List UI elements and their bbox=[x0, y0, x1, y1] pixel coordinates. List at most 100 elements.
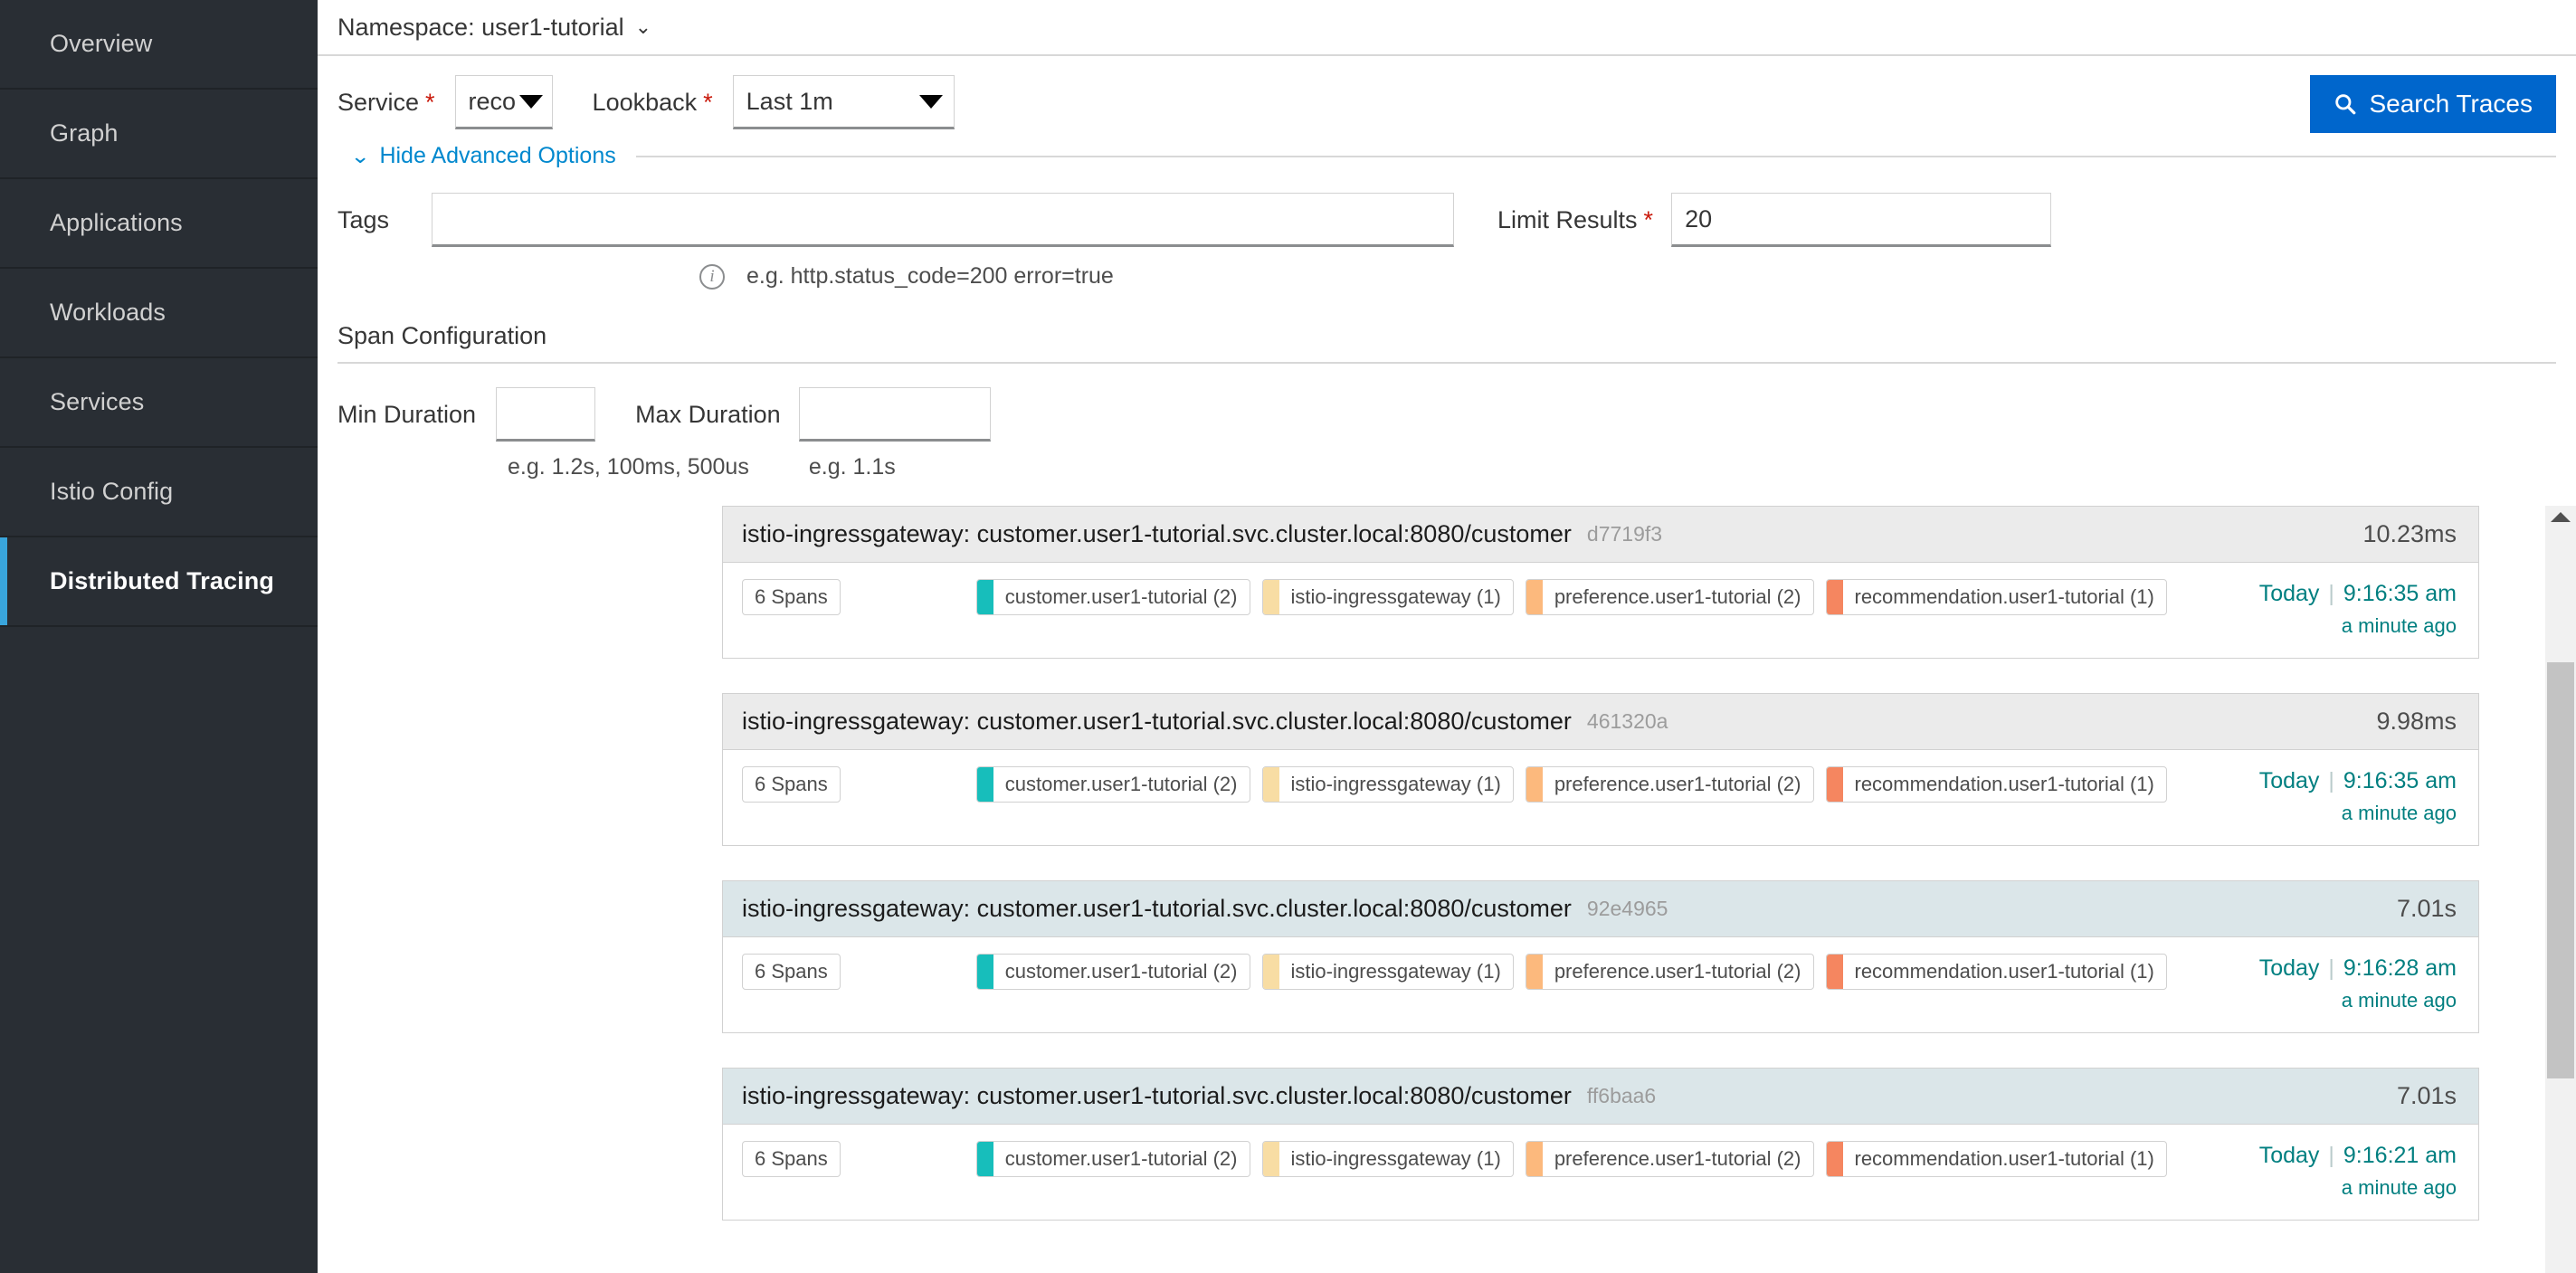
service-badge[interactable]: recommendation.user1-tutorial (1) bbox=[1825, 954, 2167, 990]
service-color-swatch bbox=[1826, 580, 1843, 614]
sidebar-item-distributed-tracing[interactable]: Distributed Tracing bbox=[0, 537, 318, 627]
service-badge[interactable]: preference.user1-tutorial (2) bbox=[1525, 954, 1814, 990]
trace-header[interactable]: istio-ingressgateway: customer.user1-tut… bbox=[723, 507, 2478, 563]
service-badge-label: istio-ingressgateway (1) bbox=[1290, 1147, 1501, 1170]
scrollbar-thumb[interactable] bbox=[2547, 662, 2574, 1078]
service-badge[interactable]: customer.user1-tutorial (2) bbox=[975, 1141, 1250, 1177]
service-badge-label: preference.user1-tutorial (2) bbox=[1554, 585, 1801, 608]
trace-row[interactable]: istio-ingressgateway: customer.user1-tut… bbox=[722, 1068, 2479, 1221]
max-duration-input[interactable] bbox=[798, 387, 991, 442]
sidebar-item-workloads[interactable]: Workloads bbox=[0, 269, 318, 358]
trace-row[interactable]: istio-ingressgateway: customer.user1-tut… bbox=[722, 693, 2479, 846]
trace-day: Today bbox=[2258, 955, 2320, 981]
lookback-required-mark: * bbox=[703, 88, 713, 116]
duration-hints-row: e.g. 1.2s, 100ms, 500us e.g. 1.1s bbox=[337, 454, 2556, 480]
span-count-label: 6 Spans bbox=[755, 585, 828, 608]
divider bbox=[337, 362, 2556, 364]
chevron-down-icon[interactable]: ⌄ bbox=[635, 17, 651, 37]
divider: | bbox=[2328, 1143, 2334, 1168]
trace-body: 6 Spans customer.user1-tutorial (2) istio-… bbox=[723, 1125, 2478, 1220]
trace-row[interactable]: istio-ingressgateway: customer.user1-tut… bbox=[722, 880, 2479, 1033]
trace-id: 461320a bbox=[1586, 709, 1668, 733]
trace-time-value: 9:16:35 am bbox=[2343, 768, 2457, 793]
search-form: Service * reco Lookback * Last 1m Search… bbox=[318, 56, 2576, 480]
service-color-swatch bbox=[1526, 1142, 1543, 1176]
service-badge-label: recommendation.user1-tutorial (1) bbox=[1854, 960, 2154, 983]
tags-row: Tags Limit Results * 20 bbox=[337, 193, 2556, 247]
service-badge[interactable]: recommendation.user1-tutorial (1) bbox=[1825, 1141, 2167, 1177]
lookback-label: Lookback bbox=[592, 88, 698, 116]
trace-header[interactable]: istio-ingressgateway: customer.user1-tut… bbox=[723, 694, 2478, 750]
lookback-select-value: Last 1m bbox=[746, 87, 833, 115]
span-count-badge: 6 Spans bbox=[742, 766, 841, 803]
trace-time-value: 9:16:35 am bbox=[2343, 581, 2457, 606]
trace-id: 92e4965 bbox=[1586, 897, 1668, 920]
trace-duration: 10.23ms bbox=[2362, 520, 2457, 547]
service-badge[interactable]: istio-ingressgateway (1) bbox=[1261, 766, 1514, 803]
sidebar-item-label: Istio Config bbox=[50, 478, 174, 505]
app-root: Overview Graph Applications Workloads Servic… bbox=[0, 0, 2576, 1273]
toggle-advanced-options[interactable]: Hide Advanced Options bbox=[379, 143, 615, 169]
service-badge-list: customer.user1-tutorial (2) istio-ingress… bbox=[975, 766, 2167, 825]
tags-input[interactable] bbox=[432, 193, 1454, 247]
service-select-value: reco bbox=[468, 87, 517, 115]
trace-timestamp: Today | 9:16:28 am a minute ago bbox=[2259, 954, 2457, 1012]
service-color-swatch bbox=[1262, 1142, 1279, 1176]
service-badge-list: customer.user1-tutorial (2) istio-ingress… bbox=[975, 1141, 2167, 1200]
service-select[interactable]: reco bbox=[454, 75, 553, 129]
sidebar-item-graph[interactable]: Graph bbox=[0, 90, 318, 179]
service-badge[interactable]: customer.user1-tutorial (2) bbox=[975, 766, 1250, 803]
trace-duration: 7.01s bbox=[2396, 895, 2457, 922]
trace-duration: 9.98ms bbox=[2376, 708, 2457, 735]
chevron-down-icon[interactable]: ⌄ bbox=[350, 145, 370, 168]
lookback-select[interactable]: Last 1m bbox=[732, 75, 955, 129]
service-badge[interactable]: istio-ingressgateway (1) bbox=[1261, 954, 1514, 990]
info-icon: i bbox=[699, 263, 725, 290]
service-badge[interactable]: customer.user1-tutorial (2) bbox=[975, 579, 1250, 615]
max-duration-hint: e.g. 1.1s bbox=[808, 454, 896, 480]
sidebar-item-label: Applications bbox=[50, 209, 183, 236]
tags-hint-row: i e.g. http.status_code=200 error=true bbox=[337, 263, 2556, 290]
divider: | bbox=[2328, 768, 2334, 793]
trace-id: ff6baa6 bbox=[1586, 1084, 1657, 1107]
results-scrollbar[interactable] bbox=[2545, 506, 2576, 1273]
sidebar-item-services[interactable]: Services bbox=[0, 358, 318, 448]
sidebar-item-overview[interactable]: Overview bbox=[0, 0, 318, 90]
service-badge-label: preference.user1-tutorial (2) bbox=[1554, 960, 1801, 983]
trace-row[interactable]: istio-ingressgateway: customer.user1-tut… bbox=[722, 506, 2479, 659]
search-traces-button[interactable]: Search Traces bbox=[2310, 75, 2556, 133]
service-badge[interactable]: istio-ingressgateway (1) bbox=[1261, 1141, 1514, 1177]
service-badge-label: istio-ingressgateway (1) bbox=[1290, 585, 1501, 608]
service-color-swatch bbox=[1262, 767, 1279, 802]
service-badge[interactable]: customer.user1-tutorial (2) bbox=[975, 954, 1250, 990]
service-badge[interactable]: recommendation.user1-tutorial (1) bbox=[1825, 766, 2167, 803]
trace-header[interactable]: istio-ingressgateway: customer.user1-tut… bbox=[723, 1069, 2478, 1125]
service-badge-label: preference.user1-tutorial (2) bbox=[1554, 773, 1801, 795]
trace-header[interactable]: istio-ingressgateway: customer.user1-tut… bbox=[723, 881, 2478, 937]
sidebar-item-label: Distributed Tracing bbox=[50, 567, 274, 594]
tags-label: Tags bbox=[337, 205, 390, 233]
min-duration-hint: e.g. 1.2s, 100ms, 500us bbox=[508, 454, 749, 480]
service-badge[interactable]: preference.user1-tutorial (2) bbox=[1525, 579, 1814, 615]
limit-results-input[interactable]: 20 bbox=[1671, 193, 2052, 247]
service-badge-label: istio-ingressgateway (1) bbox=[1290, 773, 1501, 795]
min-duration-input[interactable] bbox=[496, 387, 596, 442]
span-count-badge: 6 Spans bbox=[742, 954, 841, 990]
service-badge-label: recommendation.user1-tutorial (1) bbox=[1854, 773, 2154, 795]
service-badge-list: customer.user1-tutorial (2) istio-ingress… bbox=[975, 954, 2167, 1012]
sidebar-item-istio-config[interactable]: Istio Config bbox=[0, 448, 318, 537]
service-badge[interactable]: preference.user1-tutorial (2) bbox=[1525, 1141, 1814, 1177]
scroll-up-arrow-icon[interactable] bbox=[2551, 512, 2571, 522]
sidebar-item-applications[interactable]: Applications bbox=[0, 179, 318, 269]
min-duration-label: Min Duration bbox=[337, 400, 477, 428]
service-badge[interactable]: istio-ingressgateway (1) bbox=[1261, 579, 1514, 615]
service-badge[interactable]: preference.user1-tutorial (2) bbox=[1525, 766, 1814, 803]
trace-timestamp: Today | 9:16:21 am a minute ago bbox=[2259, 1141, 2457, 1200]
service-color-swatch bbox=[976, 955, 993, 989]
span-count-badge: 6 Spans bbox=[742, 579, 841, 615]
trace-body: 6 Spans customer.user1-tutorial (2) istio-… bbox=[723, 937, 2478, 1032]
trace-timestamp: Today | 9:16:35 am a minute ago bbox=[2259, 579, 2457, 638]
trace-name: istio-ingressgateway: customer.user1-tut… bbox=[742, 708, 1572, 735]
namespace-bar[interactable]: Namespace: user1-tutorial ⌄ bbox=[318, 0, 2576, 56]
service-badge[interactable]: recommendation.user1-tutorial (1) bbox=[1825, 579, 2167, 615]
